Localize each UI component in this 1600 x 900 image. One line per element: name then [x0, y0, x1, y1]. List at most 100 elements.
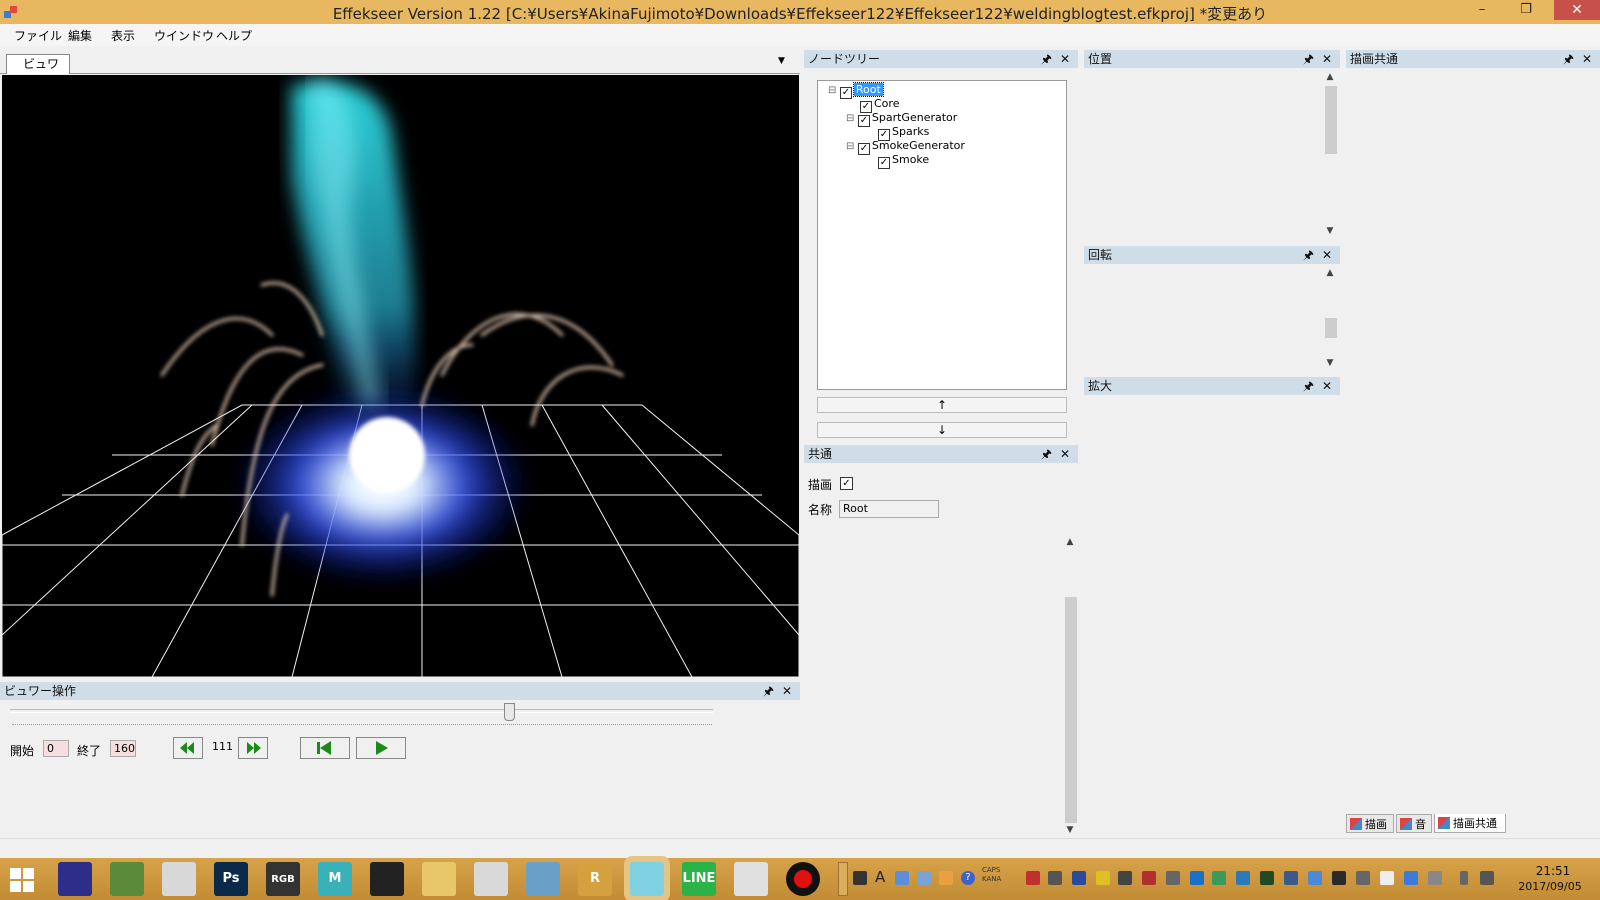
tab-render-common[interactable]: 描画共通	[1434, 814, 1506, 833]
restart-button[interactable]	[300, 737, 350, 759]
pin-icon[interactable]: 🖈	[1563, 50, 1574, 68]
tree-node-label[interactable]: Sparks	[892, 125, 929, 138]
tray-chart-icon[interactable]	[1308, 871, 1322, 885]
close-icon[interactable]: ✕	[782, 682, 792, 700]
tree-node-label[interactable]: SmokeGenerator	[872, 139, 965, 152]
checkbox-icon[interactable]: ✓	[857, 143, 870, 155]
move-down-button[interactable]: ↓	[817, 422, 1067, 438]
ime-icon[interactable]: A	[875, 868, 885, 886]
common-scrollbar[interactable]: ▲ ▼	[1063, 535, 1077, 837]
tray-signal-icon[interactable]	[1480, 871, 1494, 885]
tray-flag-icon[interactable]	[1428, 871, 1442, 885]
tree-node-core[interactable]: ✓ Core	[860, 97, 899, 113]
tree-node-spartgenerator[interactable]: ⊟ ✓ SpartGenerator	[846, 111, 957, 127]
menu-file[interactable]: ファイル	[14, 27, 62, 44]
tab-render[interactable]: 描画	[1346, 814, 1394, 833]
pin-icon[interactable]: 🖈	[1041, 50, 1052, 68]
menu-window[interactable]: ウインドウ	[154, 27, 214, 44]
node-tree[interactable]: ⊟ ✓ Root ✓ Core ⊟ ✓ SpartGenerator ✓ Sparks …	[817, 80, 1067, 390]
tray-monitor-icon[interactable]	[1260, 871, 1274, 885]
scroll-thumb[interactable]	[1065, 597, 1077, 823]
tray-users-icon[interactable]	[1284, 871, 1298, 885]
pin-icon[interactable]: 🖈	[1303, 246, 1314, 264]
pin-icon[interactable]: 🖈	[1303, 50, 1314, 68]
tab-sound[interactable]: 音	[1396, 814, 1432, 833]
name-input[interactable]: Root	[839, 500, 939, 518]
tray-link-icon[interactable]	[1166, 871, 1180, 885]
maximize-button[interactable]: ❐	[1512, 0, 1540, 20]
tray-disconnected-icon[interactable]	[1142, 871, 1156, 885]
checkbox-icon[interactable]: ✓	[878, 157, 890, 169]
pin-icon[interactable]: 🖈	[1041, 445, 1052, 463]
collapse-icon[interactable]: ⊟	[846, 141, 854, 152]
effekseer-icon[interactable]	[630, 862, 664, 896]
color-wheel-icon[interactable]	[162, 862, 196, 896]
scroll-down-icon[interactable]: ▼	[1323, 224, 1337, 238]
tray-app-icon[interactable]	[853, 871, 867, 885]
scroll-up-icon[interactable]: ▲	[1063, 535, 1077, 549]
photoshop-icon[interactable]: Ps	[214, 862, 248, 896]
taskbar-scroll[interactable]	[838, 862, 848, 896]
hexagon-app-icon[interactable]	[110, 862, 144, 896]
menu-edit[interactable]: 編集	[68, 27, 92, 44]
menu-view[interactable]: 表示	[111, 27, 135, 44]
tree-node-label[interactable]: Core	[874, 97, 899, 110]
start-frame-input[interactable]: 0	[43, 740, 69, 757]
fast-forward-button[interactable]	[238, 737, 268, 759]
line-icon[interactable]: LINE	[682, 862, 716, 896]
clock-date[interactable]: 2017/09/05	[1508, 880, 1592, 893]
tray-cloud-app-icon[interactable]	[1236, 871, 1250, 885]
tray-search-icon[interactable]	[917, 871, 931, 885]
checkbox-icon[interactable]: ✓	[839, 87, 852, 99]
frame-slider-track[interactable]	[10, 709, 713, 713]
close-icon[interactable]: ✕	[1060, 445, 1070, 463]
chrome-icon[interactable]	[474, 862, 508, 896]
scroll-down-icon[interactable]: ▼	[1323, 356, 1337, 370]
checkbox-icon[interactable]: ✓	[857, 115, 870, 127]
tray-security-icon[interactable]	[1026, 871, 1040, 885]
close-icon[interactable]: ✕	[1322, 246, 1332, 264]
close-icon[interactable]: ✕	[1322, 50, 1332, 68]
record-icon[interactable]	[786, 862, 820, 896]
close-icon[interactable]: ✕	[1582, 50, 1592, 68]
pin-icon[interactable]: 🖈	[1303, 377, 1314, 395]
tray-sync-icon[interactable]	[1212, 871, 1226, 885]
tray-battery-icon[interactable]	[1460, 871, 1468, 885]
tab-viewer[interactable]: ビュワー	[6, 54, 70, 89]
window-app-icon[interactable]	[734, 862, 768, 896]
scroll-thumb[interactable]	[1325, 86, 1337, 154]
tray-onedrive-icon[interactable]	[1380, 871, 1394, 885]
windows-start-icon[interactable]	[10, 868, 34, 892]
tray-volume-icon[interactable]	[1048, 871, 1062, 885]
move-up-button[interactable]: ↑	[817, 397, 1067, 413]
tray-nvidia-icon[interactable]	[1332, 871, 1346, 885]
tray-browser-icon[interactable]	[1404, 871, 1418, 885]
clock-time[interactable]: 21:51	[1518, 864, 1588, 878]
scroll-down-icon[interactable]: ▼	[1063, 823, 1077, 837]
minimize-button[interactable]: –	[1468, 0, 1496, 20]
effect-viewport[interactable]	[2, 75, 799, 677]
rewind-button[interactable]	[173, 737, 203, 759]
close-button[interactable]: ✕	[1554, 0, 1600, 20]
tree-node-label[interactable]: Root	[852, 82, 884, 97]
close-icon[interactable]: ✕	[1322, 377, 1332, 395]
draw-checkbox[interactable]: ✓	[840, 477, 853, 490]
viewer-dropdown-icon[interactable]: ▼	[778, 56, 785, 66]
tree-node-label[interactable]: Smoke	[892, 153, 929, 166]
folder-icon[interactable]	[422, 862, 456, 896]
end-frame-input[interactable]: 160	[110, 740, 136, 757]
position-scrollbar[interactable]: ▲ ▼	[1323, 70, 1337, 238]
tree-node-smoke[interactable]: ✓ Smoke	[878, 153, 929, 169]
close-icon[interactable]: ✕	[1060, 50, 1070, 68]
tray-network-icon[interactable]	[895, 871, 909, 885]
tray-defender-icon[interactable]	[1190, 871, 1204, 885]
tray-tool-icon[interactable]	[939, 871, 953, 885]
visual-studio-icon[interactable]	[58, 862, 92, 896]
tray-grid-icon[interactable]	[1356, 871, 1370, 885]
film-icon[interactable]	[370, 862, 404, 896]
pin-icon[interactable]: 🖈	[763, 682, 774, 700]
tree-node-sparks[interactable]: ✓ Sparks	[878, 125, 929, 141]
tree-node-smokegenerator[interactable]: ⊟ ✓ SmokeGenerator	[846, 139, 965, 155]
notebook-icon[interactable]	[526, 862, 560, 896]
menu-help[interactable]: ヘルプ	[216, 27, 252, 44]
